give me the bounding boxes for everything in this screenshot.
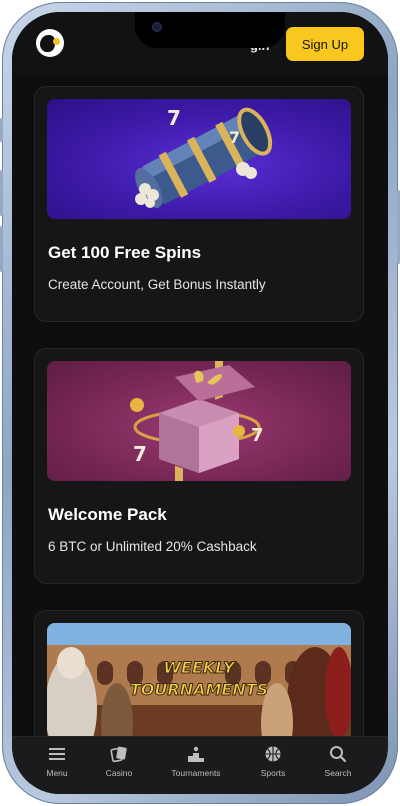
nav-label: Sports (260, 768, 286, 778)
svg-text:7: 7 (167, 106, 181, 130)
gift-box-icon: 7 7 (130, 361, 264, 481)
volume-down-button (0, 226, 3, 272)
promo-card-free-spins[interactable]: 7 7 Get 100 Free Spins Create Account, G… (34, 86, 364, 322)
svg-text:7: 7 (251, 425, 264, 446)
nav-label: Menu (46, 768, 68, 778)
slot-reel-icon: 7 7 (135, 106, 273, 208)
banner-text-weekly: WEEKLY (163, 658, 236, 677)
nav-item-casino[interactable]: Casino (89, 745, 149, 778)
card-title: Get 100 Free Spins (48, 243, 202, 262)
volume-up-button (0, 170, 3, 216)
menu-icon (27, 745, 87, 763)
sign-up-button[interactable]: Sign Up (286, 27, 364, 61)
gift-box-image: 7 7 (47, 361, 351, 481)
podium-icon (166, 745, 226, 763)
cards-icon (89, 745, 149, 763)
nav-item-tournaments[interactable]: Tournaments (166, 745, 226, 778)
promo-list: 7 7 Get 100 Free Spins Create Account, G… (12, 74, 388, 736)
card-title: Welcome Pack (48, 505, 167, 524)
nav-label: Search (324, 768, 352, 778)
svg-text:7: 7 (133, 442, 147, 466)
nav-label: Tournaments (171, 768, 221, 778)
nav-item-search[interactable]: Search (308, 745, 368, 778)
promo-card-weekly-tournaments[interactable]: WEEKLY TOURNAMENTS (34, 610, 364, 736)
silent-switch (0, 118, 3, 142)
promo-card-welcome-pack[interactable]: 7 7 Welcome Pack 6 BTC or Unlimited 20% … (34, 348, 364, 584)
weekly-tournaments-image: WEEKLY TOURNAMENTS (47, 623, 351, 736)
search-icon (308, 745, 368, 763)
nav-item-sports[interactable]: Sports (243, 745, 303, 778)
phone-screen: gin Sign Up 7 7 (12, 12, 388, 794)
card-subtitle: 6 BTC or Unlimited 20% Cashback (48, 539, 257, 554)
slot-reel-image: 7 7 (47, 99, 351, 219)
basketball-icon (243, 745, 303, 763)
front-camera (152, 22, 162, 32)
notch (135, 12, 285, 48)
arena-icon: WEEKLY TOURNAMENTS (47, 623, 351, 736)
bottom-nav: Menu Casino Tournaments Sports Search (12, 736, 388, 794)
card-subtitle: Create Account, Get Bonus Instantly (48, 277, 266, 292)
nav-item-menu[interactable]: Menu (27, 745, 87, 778)
nav-label: Casino (105, 768, 133, 778)
banner-text-tournaments: TOURNAMENTS (130, 680, 268, 699)
svg-text:7: 7 (229, 128, 240, 147)
bear-logo-icon[interactable] (36, 29, 64, 57)
